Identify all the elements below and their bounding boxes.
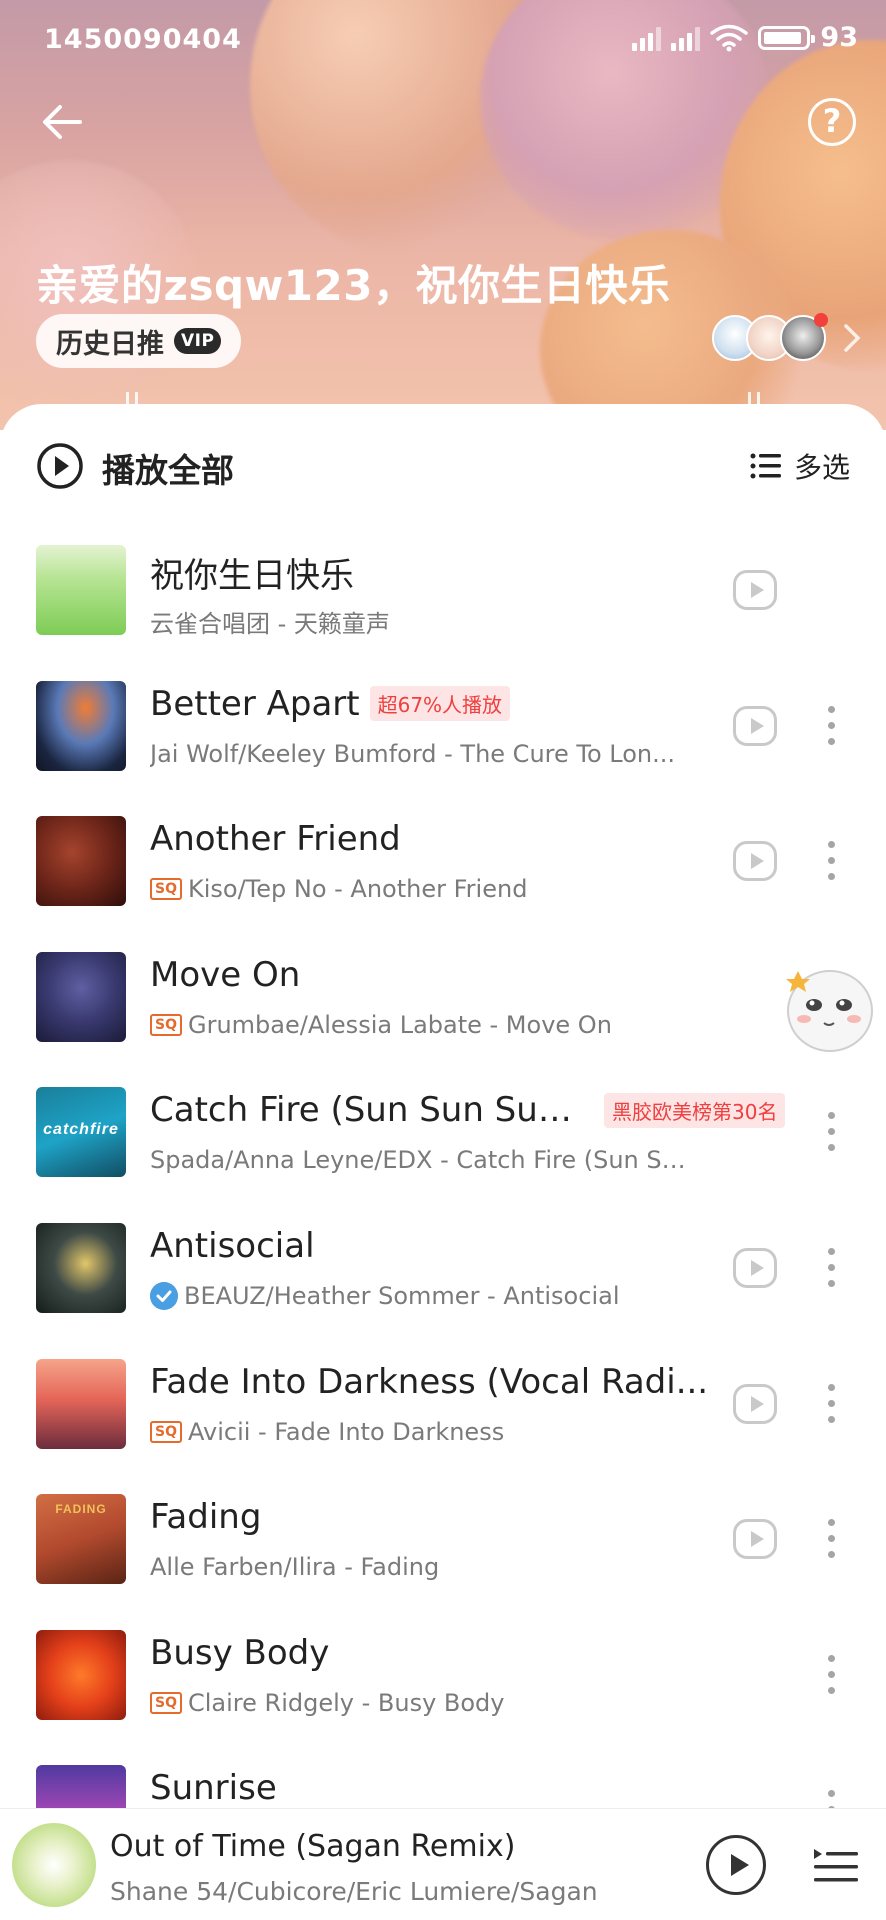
verified-icon [150, 1281, 178, 1310]
mv-play-icon[interactable] [733, 1383, 777, 1424]
song-artist-album: Kiso/Tep No - Another Friend [187, 875, 528, 904]
more-vertical-icon[interactable] [828, 1654, 836, 1695]
history-label: 历史日推 [56, 328, 164, 360]
avatar [780, 313, 828, 361]
help-icon[interactable]: ? [808, 98, 856, 146]
play-all-button[interactable]: 播放全部 [102, 444, 234, 492]
mv-play-icon[interactable] [733, 841, 777, 882]
more-vertical-icon[interactable] [828, 1112, 836, 1152]
album-cover [36, 951, 126, 1042]
song-artist-album: Jai Wolf/Keeley Bumford - The Cure To Lo… [150, 739, 676, 768]
back-arrow-icon[interactable] [36, 95, 90, 149]
signal-icon [632, 25, 662, 51]
song-artist-album: Alle Farben/Ilira - Fading [150, 1553, 440, 1582]
more-vertical-icon[interactable] [828, 1247, 836, 1288]
vip-badge: VIP [174, 328, 222, 354]
song-title: Better Apart [150, 683, 360, 724]
mv-play-icon[interactable] [733, 1247, 777, 1288]
song-row[interactable]: FADING Fading Alle Farben/Ilira - Fading [0, 1473, 886, 1609]
play-circle-icon[interactable] [36, 442, 84, 490]
battery-icon [758, 25, 816, 50]
album-cover: catchfire [36, 1087, 126, 1178]
more-vertical-icon[interactable] [828, 1519, 836, 1559]
chevron-right-icon[interactable] [840, 320, 864, 356]
play-pause-button[interactable] [706, 1835, 766, 1895]
song-title: Another Friend [150, 819, 401, 860]
song-row[interactable]: Better Apart 超67%人播放 Jai Wolf/Keeley Bum… [0, 660, 886, 796]
battery-level: 93 [820, 22, 858, 53]
mv-play-icon[interactable] [733, 570, 777, 610]
album-cover [36, 1629, 126, 1720]
multi-select-button[interactable]: 多选 [750, 446, 850, 486]
song-artist-album: BEAUZ/Heather Sommer - Antisocial [184, 1281, 620, 1310]
album-cover [36, 545, 126, 635]
cover-text: catchfire [43, 1121, 119, 1139]
list-icon [750, 453, 781, 479]
playlist-icon[interactable] [812, 1845, 860, 1889]
mv-play-icon[interactable] [733, 1519, 777, 1560]
more-vertical-icon[interactable] [828, 841, 836, 881]
song-sheet: 播放全部 多选 祝你生日快乐 云雀合唱团 - 天籁童声 Better Apart… [0, 404, 886, 1920]
sq-quality-badge: SQ [150, 878, 182, 901]
history-recommend-button[interactable]: 历史日推 VIP [36, 314, 242, 368]
play-all-bar: 播放全部 多选 [0, 434, 886, 498]
cover-text: FADING [55, 1502, 107, 1517]
song-row[interactable]: 祝你生日快乐 云雀合唱团 - 天籁童声 [0, 524, 886, 660]
sq-quality-badge: SQ [150, 1013, 182, 1036]
song-title: Catch Fire (Sun Sun Sun... [150, 1090, 580, 1131]
album-cover [36, 1222, 126, 1313]
song-artist-album: 云雀合唱团 - 天籁童声 [150, 610, 390, 638]
song-title: 祝你生日快乐 [150, 556, 354, 596]
song-row[interactable]: Fade Into Darkness (Vocal Radi... SQ Avi… [0, 1338, 886, 1474]
sq-quality-badge: SQ [150, 1420, 182, 1443]
mini-player[interactable]: Out of Time (Sagan Remix) Shane 54/Cubic… [0, 1808, 886, 1920]
song-artist-album: Avicii - Fade Into Darkness [187, 1417, 505, 1446]
mv-play-icon[interactable] [733, 705, 777, 746]
status-bar: 1450090404 93 [0, 0, 886, 80]
wifi-icon [710, 24, 749, 51]
song-row[interactable]: Move On SQ Grumbae/Alessia Labate - Move… [0, 931, 886, 1067]
signal-icon [671, 25, 701, 51]
status-icons: 93 [632, 22, 858, 53]
song-row[interactable]: Antisocial BEAUZ/Heather Sommer - Antiso… [0, 1202, 886, 1338]
now-playing-artists: Shane 54/Cubicore/Eric Lumiere/Sagan [110, 1877, 598, 1906]
song-title: Busy Body [150, 1632, 330, 1673]
song-artist-album: Spada/Anna Leyne/EDX - Catch Fire (Sun S… [150, 1146, 700, 1175]
more-vertical-icon[interactable] [828, 705, 836, 746]
song-list: 祝你生日快乐 云雀合唱团 - 天籁童声 Better Apart 超67%人播放… [0, 524, 886, 1880]
now-playing-cover[interactable] [12, 1823, 96, 1907]
song-tag: 超67%人播放 [369, 686, 511, 722]
header-banner: 1450090404 93 ? 亲爱的zsqw123，祝你生日快乐 历史日推 V… [0, 0, 886, 430]
song-tag: 黑胶欧美榜第30名 [604, 1092, 786, 1128]
album-cover [36, 680, 126, 771]
friend-avatars[interactable] [712, 313, 828, 361]
sticker-face-icon [786, 970, 873, 1052]
song-row[interactable]: Another Friend SQ Kiso/Tep No - Another … [0, 795, 886, 931]
song-row[interactable]: catchfire Catch Fire (Sun Sun Sun... 黑胶欧… [0, 1066, 886, 1202]
song-title: Fading [150, 1497, 262, 1538]
more-vertical-icon[interactable] [828, 1383, 836, 1424]
song-title: Antisocial [150, 1225, 315, 1266]
now-playing-title: Out of Time (Sagan Remix) [110, 1829, 516, 1864]
multi-select-label: 多选 [793, 451, 850, 484]
song-row[interactable]: Busy Body SQ Claire Ridgely - Busy Body [0, 1609, 886, 1745]
song-title: Move On [150, 954, 301, 995]
greeting-title: 亲爱的zsqw123，祝你生日快乐 [36, 261, 671, 310]
song-artist-album: Grumbae/Alessia Labate - Move On [187, 1010, 612, 1039]
song-title: Sunrise [150, 1768, 277, 1809]
song-title: Fade Into Darkness (Vocal Radi... [150, 1361, 709, 1402]
album-cover: FADING [36, 1494, 126, 1585]
album-cover [36, 816, 126, 907]
song-artist-album: Claire Ridgely - Busy Body [187, 1688, 505, 1717]
status-time: 1450090404 [44, 24, 242, 55]
sq-quality-badge: SQ [150, 1691, 182, 1714]
album-cover [36, 1358, 126, 1449]
